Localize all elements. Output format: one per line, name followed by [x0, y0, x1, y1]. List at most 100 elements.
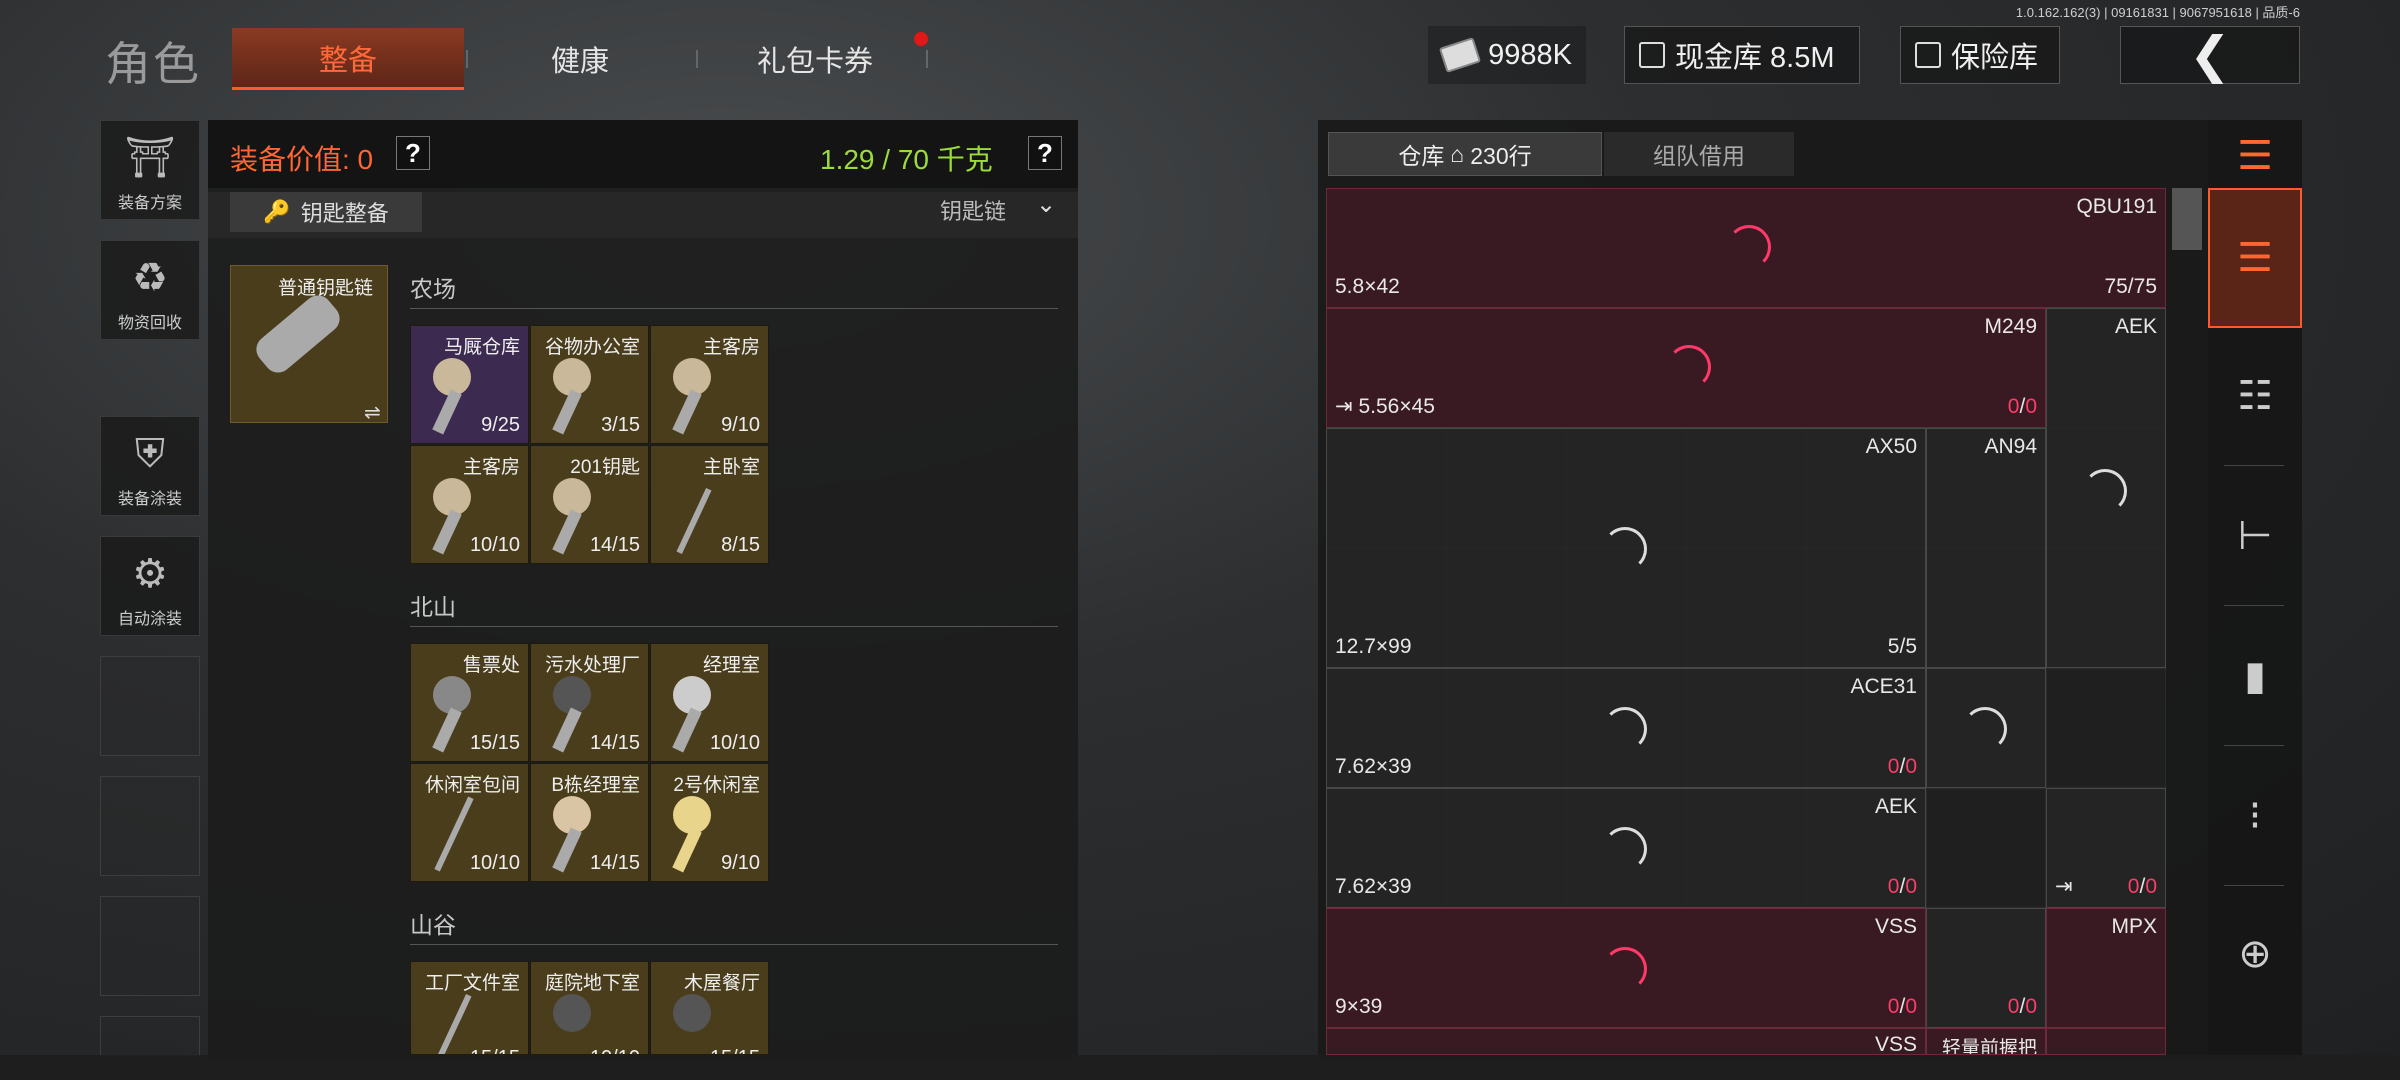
- rifle-icon[interactable]: ⊢: [2210, 490, 2300, 582]
- weapon-item-qbu191[interactable]: QBU191 5.8×42 75/75: [1326, 188, 2166, 308]
- safe-label: 保险库: [1951, 42, 2039, 74]
- empty-slot[interactable]: [100, 656, 200, 756]
- key-item[interactable]: 201钥匙 14/15: [530, 445, 649, 564]
- paint-helmet-icon: ⛨: [135, 432, 165, 476]
- key-item[interactable]: 经理室 10/10: [650, 643, 769, 762]
- vest-icon[interactable]: ☷: [2210, 350, 2300, 442]
- key-item[interactable]: 休闲室包间 10/10: [410, 763, 529, 882]
- home-icon: ⌂: [1450, 140, 1465, 167]
- weapon-item-aek-2[interactable]: AEK 7.62×39 0/0: [1326, 788, 1926, 908]
- key-icon: [434, 796, 474, 872]
- key-item[interactable]: 售票处 15/15: [410, 643, 529, 762]
- tab-divider: [696, 50, 698, 68]
- key-item[interactable]: 主卧室 8/15: [650, 445, 769, 564]
- tab-equip[interactable]: 整备: [232, 28, 464, 90]
- tab-gift[interactable]: 礼包卡券: [700, 28, 930, 90]
- help-button[interactable]: ?: [396, 136, 430, 170]
- key-item[interactable]: 工厂文件室 15/15: [410, 961, 529, 1055]
- notification-dot: [914, 32, 928, 46]
- weapon-item-an94[interactable]: AN94: [1926, 428, 2046, 668]
- key-item[interactable]: 庭院地下室 10/10: [530, 961, 649, 1055]
- equipment-value: 装备价值: 0: [230, 144, 374, 175]
- chevron-down-icon[interactable]: ⌄: [1036, 190, 1056, 219]
- version-info: 1.0.162.162(3) | 09161831 | 9067951618 |…: [2015, 5, 2300, 20]
- attachment-item[interactable]: [1926, 668, 2046, 788]
- magazine-icon[interactable]: ▮: [2210, 630, 2300, 722]
- magazine-item[interactable]: 0/0: [1926, 908, 2046, 1028]
- attachment-item-grip[interactable]: 轻量前握把: [1926, 1028, 2046, 1055]
- empty-slot[interactable]: [100, 1016, 200, 1056]
- key-item[interactable]: 马厩仓库 9/25: [410, 325, 529, 444]
- loadout-plan-button[interactable]: ⛩ 装备方案: [100, 120, 200, 220]
- tab-divider: [466, 50, 468, 68]
- auto-paint-icon: ⚙: [132, 552, 168, 596]
- tab-health[interactable]: 健康: [470, 28, 690, 90]
- loading-icon: [1603, 707, 1647, 751]
- key-icon: [436, 994, 472, 1054]
- sidebar-label: 装备涂装: [117, 491, 182, 508]
- divider: [2224, 745, 2284, 746]
- tab-warehouse[interactable]: 仓库 ⌂ 230行: [1328, 132, 1602, 176]
- keychain-name: 普通钥匙链: [278, 278, 374, 299]
- key-item[interactable]: 谷物办公室 3/15: [530, 325, 649, 444]
- scrollbar[interactable]: [2172, 188, 2202, 250]
- weapon-item-ace31[interactable]: ACE31 7.62×39 0/0: [1326, 668, 1926, 788]
- warehouse-item[interactable]: [2046, 1028, 2166, 1055]
- section-divider: [410, 308, 1058, 309]
- money-value: 9988K: [1488, 38, 1572, 71]
- sidebar-label: 自动涂装: [117, 611, 182, 628]
- section-divider: [410, 626, 1058, 627]
- swap-icon[interactable]: ⇌: [364, 400, 381, 425]
- recycle-button[interactable]: ♻ 物资回收: [100, 240, 200, 340]
- safe-button[interactable]: 保险库: [1900, 26, 2060, 84]
- row-count: 230行: [1470, 143, 1532, 169]
- sidebar-label: 物资回收: [117, 315, 182, 332]
- cash-vault-label: 现金库 8.5M: [1675, 42, 1835, 74]
- unequip-icon: ⇥: [1335, 395, 1353, 418]
- weight-value: 1.29 / 70 千克: [820, 144, 993, 175]
- back-button[interactable]: ❮: [2120, 26, 2300, 84]
- safe-icon: [1915, 42, 1941, 68]
- scope-icon[interactable]: ⊕: [2210, 908, 2300, 1000]
- empty-slot[interactable]: [100, 896, 200, 996]
- sidebar-label: 装备方案: [117, 195, 182, 212]
- key-loadout-button[interactable]: 🔑 钥匙整备: [230, 192, 422, 232]
- key-item[interactable]: B栋经理室 14/15: [530, 763, 649, 882]
- weapon-item-vss-2[interactable]: VSS: [1326, 1028, 1926, 1055]
- magazine-item[interactable]: ⇥ 0/0: [2046, 788, 2166, 908]
- key-loadout-label: 钥匙整备: [300, 201, 389, 226]
- recycle-icon: ♻: [132, 256, 168, 300]
- keychain-icon: [250, 289, 346, 379]
- help-button[interactable]: ?: [1028, 136, 1062, 170]
- loading-icon: [1603, 527, 1647, 571]
- weapon-item-mpx[interactable]: MPX: [2046, 908, 2166, 1028]
- key-item[interactable]: 主客房 9/10: [650, 325, 769, 444]
- keychain-dropdown-label[interactable]: 钥匙链: [940, 194, 1006, 226]
- money-display[interactable]: 9988K: [1428, 26, 1586, 84]
- loading-icon: [1667, 345, 1711, 389]
- ammo-icon[interactable]: ⁝: [2210, 770, 2300, 862]
- key-item[interactable]: 木屋餐厅 15/15: [650, 961, 769, 1055]
- paint-button[interactable]: ⛨ 装备涂装: [100, 416, 200, 516]
- key-item[interactable]: 主客房 10/10: [410, 445, 529, 564]
- cash-vault-button[interactable]: 现金库 8.5M: [1624, 26, 1860, 84]
- key-item[interactable]: 污水处理厂 14/15: [530, 643, 649, 762]
- helmet-icon: ⛩: [124, 136, 176, 180]
- divider: [2224, 465, 2284, 466]
- weapon-item-vss[interactable]: VSS 9×39 0/0: [1326, 908, 1926, 1028]
- grid-cell[interactable]: [2046, 668, 2166, 788]
- weapon-item-ax50[interactable]: AX50 12.7×99 5/5: [1326, 428, 1926, 668]
- sort-layers-icon[interactable]: ☰: [2208, 188, 2302, 328]
- empty-slot[interactable]: [100, 776, 200, 876]
- loading-icon: [1727, 225, 1771, 269]
- money-icon: [1438, 37, 1482, 73]
- weapon-item-m249[interactable]: M249 ⇥ 5.56×45 0/0: [1326, 308, 2046, 428]
- tab-team-borrow[interactable]: 组队借用: [1604, 132, 1794, 176]
- section-divider: [410, 944, 1058, 945]
- auto-paint-button[interactable]: ⚙ 自动涂装: [100, 536, 200, 636]
- grid-cell[interactable]: [1926, 788, 2046, 908]
- key-item[interactable]: 2号休闲室 9/10: [650, 763, 769, 882]
- divider: [2224, 885, 2284, 886]
- weapon-item-aek[interactable]: AEK: [2046, 308, 2166, 668]
- loadout-panel: [208, 120, 1078, 1060]
